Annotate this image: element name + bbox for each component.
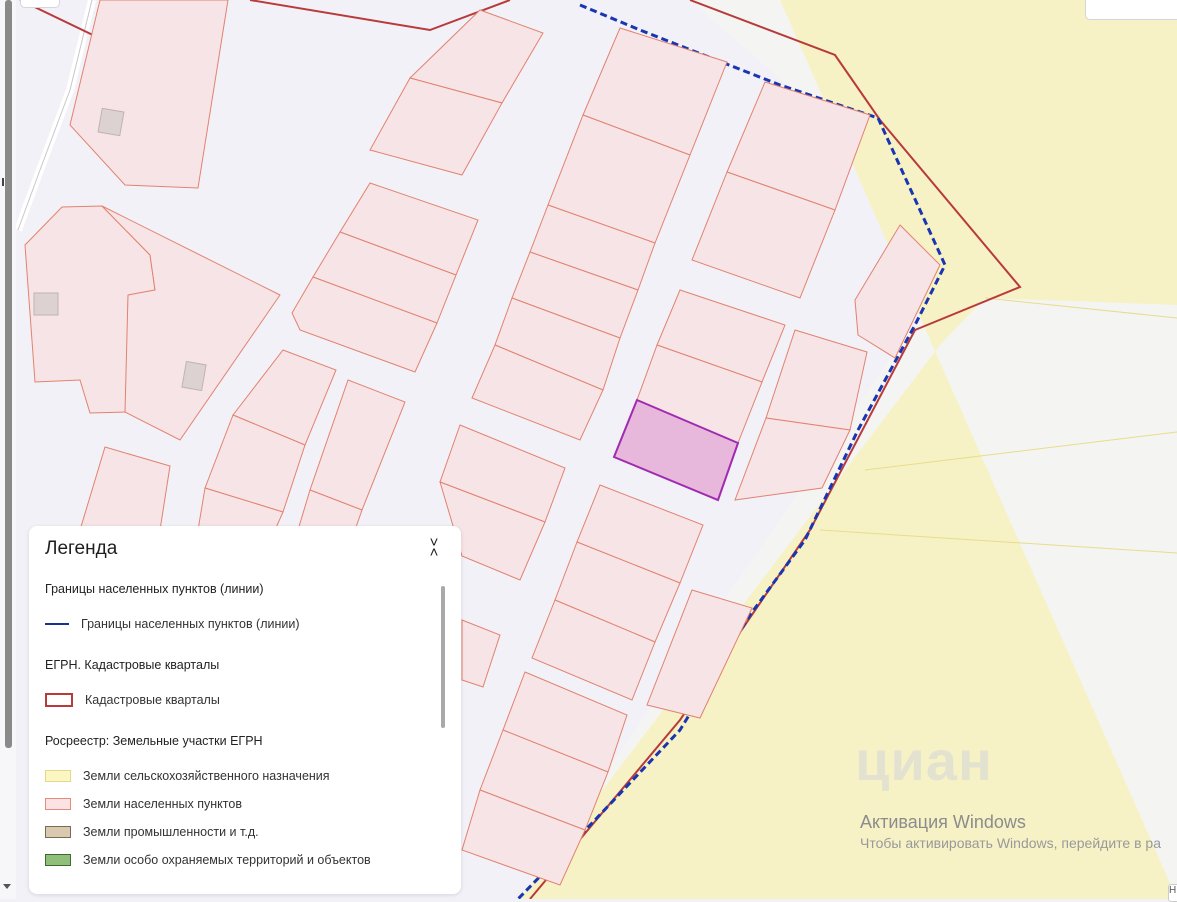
building-marker bbox=[181, 360, 207, 392]
legend-item-label: Земли особо охраняемых территорий и объе… bbox=[83, 853, 371, 867]
building-marker bbox=[33, 292, 59, 316]
legend-title: Легенда bbox=[45, 538, 118, 559]
corner-chip[interactable]: Н bbox=[1168, 884, 1177, 902]
legend-item: Кадастровые кварталы bbox=[45, 686, 437, 714]
legend-body: Границы населенных пунктов (линии) Грани… bbox=[45, 582, 437, 874]
legend-section-title: Границы населенных пунктов (линии) bbox=[45, 582, 264, 596]
legend-swatch-outline bbox=[45, 693, 73, 707]
legend-item: Земли сельскохозяйственного назначения bbox=[45, 762, 437, 790]
corner-chip-label: Н bbox=[1169, 885, 1177, 896]
legend-item-label: Земли промышленности и т.д. bbox=[83, 825, 259, 839]
left-panel-edge bbox=[0, 0, 16, 899]
legend-item-label: Земли населенных пунктов bbox=[83, 797, 242, 811]
collapse-arrow-icon[interactable] bbox=[3, 884, 11, 889]
windows-activation-watermark: Активация Windows Чтобы активировать Win… bbox=[860, 812, 1161, 851]
legend-section-title: Росреестр: Земельные участки ЕГРН bbox=[45, 734, 263, 748]
legend-item-label: Земли сельскохозяйственного назначения bbox=[83, 769, 330, 783]
legend-section-title: ЕГРН. Кадастровые кварталы bbox=[45, 658, 220, 672]
map-control-panel[interactable] bbox=[1085, 0, 1177, 20]
legend-item: Земли особо охраняемых территорий и объе… bbox=[45, 846, 437, 874]
legend-swatch-line bbox=[45, 623, 69, 625]
legend-swatch-fill bbox=[45, 798, 71, 810]
legend-item-label: Границы населенных пунктов (линии) bbox=[81, 617, 300, 631]
legend-item: Земли населенных пунктов bbox=[45, 790, 437, 818]
watermark-title: Активация Windows bbox=[860, 812, 1026, 832]
tick-mark bbox=[2, 178, 4, 186]
legend-swatch-fill bbox=[45, 826, 71, 838]
legend-item: Границы населенных пунктов (линии) bbox=[45, 610, 437, 638]
left-scrollbar[interactable] bbox=[5, 0, 12, 748]
legend-swatch-fill bbox=[45, 770, 71, 782]
cian-logo-watermark: циан bbox=[855, 729, 993, 792]
map-control-button[interactable] bbox=[20, 0, 60, 8]
chevrons-collapse-icon[interactable]: ˅ ˄ bbox=[423, 535, 445, 562]
legend-swatch-fill bbox=[45, 854, 71, 866]
building-marker bbox=[97, 107, 125, 137]
legend-item-label: Кадастровые кварталы bbox=[85, 693, 220, 707]
legend-item: Земли промышленности и т.д. bbox=[45, 818, 437, 846]
legend-scrollbar[interactable] bbox=[441, 586, 445, 728]
legend-panel: Легенда ˅ ˄ Границы населенных пунктов (л… bbox=[29, 526, 461, 894]
watermark-subtitle: Чтобы активировать Windows, перейдите в … bbox=[860, 835, 1161, 851]
